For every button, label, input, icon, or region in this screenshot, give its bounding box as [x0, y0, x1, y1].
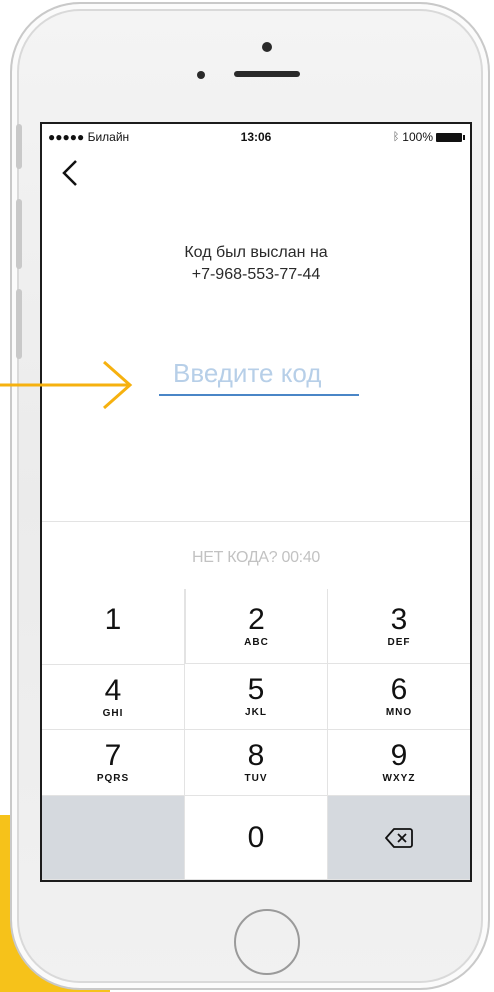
key-5[interactable]: 5 JKL [185, 664, 328, 730]
key-digit: 0 [247, 820, 265, 854]
battery-icon [436, 132, 465, 142]
key-digit: 9 [390, 739, 408, 772]
divider [42, 521, 470, 522]
key-digit: 7 [104, 739, 122, 772]
bluetooth-icon: ᛒ [392, 131, 400, 143]
proximity-sensor [197, 71, 205, 79]
battery-status: ᛒ 100% [392, 130, 465, 144]
key-letters: TUV [244, 773, 268, 784]
key-9[interactable]: 9 WXYZ [328, 730, 470, 796]
key-digit: 1 [104, 603, 122, 636]
code-input[interactable] [159, 352, 359, 396]
key-blank [42, 796, 185, 880]
numeric-keypad: 1 2 ABC 3 DEF 4 GHI 5 JKL 6 MNO 7 PQRS 8 [42, 589, 470, 880]
key-letters: MNO [385, 707, 413, 718]
home-button[interactable] [234, 909, 300, 975]
key-7[interactable]: 7 PQRS [42, 730, 185, 796]
key-letters: PQRS [96, 773, 130, 784]
key-8[interactable]: 8 TUV [185, 730, 328, 796]
key-digit: 6 [390, 673, 408, 706]
mute-switch [16, 124, 22, 169]
key-digit: 4 [104, 673, 122, 707]
key-3[interactable]: 3 DEF [328, 589, 470, 664]
resend-code-timer[interactable]: НЕТ КОДА? 00:40 [42, 549, 470, 567]
key-digit: 8 [247, 739, 265, 772]
delete-key[interactable] [328, 796, 470, 880]
front-camera [262, 42, 272, 52]
key-letters: WXYZ [382, 773, 416, 784]
key-letters: DEF [387, 636, 411, 648]
volume-up-button [16, 199, 22, 269]
battery-percent: 100% [402, 130, 433, 144]
key-digit: 2 [248, 602, 265, 636]
key-1[interactable]: 1 [42, 589, 185, 664]
key-6[interactable]: 6 MNO [328, 664, 470, 730]
key-2[interactable]: 2 ABC [185, 589, 328, 664]
key-letters: ABC [244, 636, 269, 648]
key-4[interactable]: 4 GHI [42, 664, 185, 730]
code-sent-message: Код был выслан на +7-968-553-77-44 [42, 242, 470, 286]
key-0[interactable]: 0 [185, 796, 328, 880]
key-letters: GHI [102, 707, 124, 719]
key-digit: 5 [247, 673, 265, 706]
volume-down-button [16, 289, 22, 359]
backspace-icon [385, 827, 413, 848]
chevron-left-icon [62, 160, 77, 186]
status-bar: ●●●●● Билайн 13:06 ᛒ 100% [42, 124, 470, 148]
arrow-right-icon [0, 360, 133, 410]
phone-screen: ●●●●● Билайн 13:06 ᛒ 100% Код был выслан… [40, 122, 472, 882]
code-sent-line: Код был выслан на [184, 244, 328, 261]
key-letters: JKL [245, 707, 267, 718]
phone-number: +7-968-553-77-44 [191, 266, 321, 283]
back-button[interactable] [60, 158, 88, 192]
earpiece-speaker [234, 71, 300, 77]
key-digit: 3 [390, 602, 408, 636]
